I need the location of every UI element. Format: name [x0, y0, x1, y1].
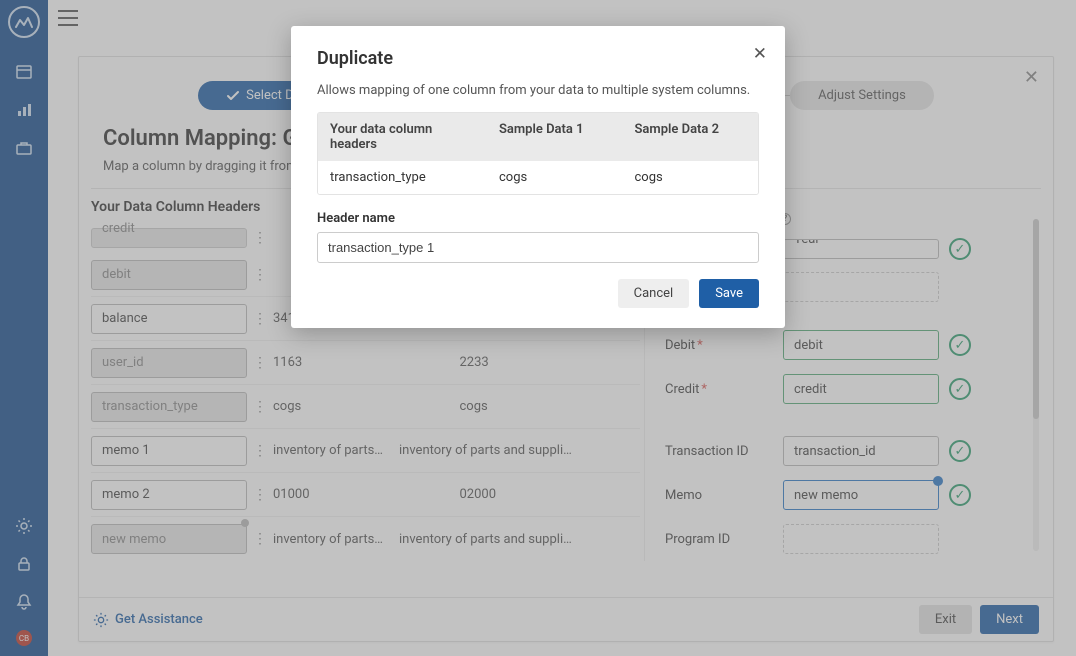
modal-description: Allows mapping of one column from your d…: [317, 83, 759, 98]
table-header: Sample Data 2: [622, 113, 758, 161]
header-name-label: Header name: [317, 211, 759, 226]
save-button[interactable]: Save: [699, 279, 759, 308]
cancel-button[interactable]: Cancel: [618, 279, 690, 308]
table-cell: cogs: [622, 161, 758, 194]
table-header: Sample Data 1: [487, 113, 623, 161]
sample-data-table: Your data column headers Sample Data 1 S…: [317, 112, 759, 195]
table-header: Your data column headers: [318, 113, 487, 161]
duplicate-modal: ✕ Duplicate Allows mapping of one column…: [291, 26, 785, 328]
header-name-input[interactable]: [317, 232, 759, 263]
table-cell: transaction_type: [318, 161, 487, 194]
table-cell: cogs: [487, 161, 623, 194]
close-icon[interactable]: ✕: [753, 44, 767, 64]
modal-title: Duplicate: [317, 48, 759, 69]
